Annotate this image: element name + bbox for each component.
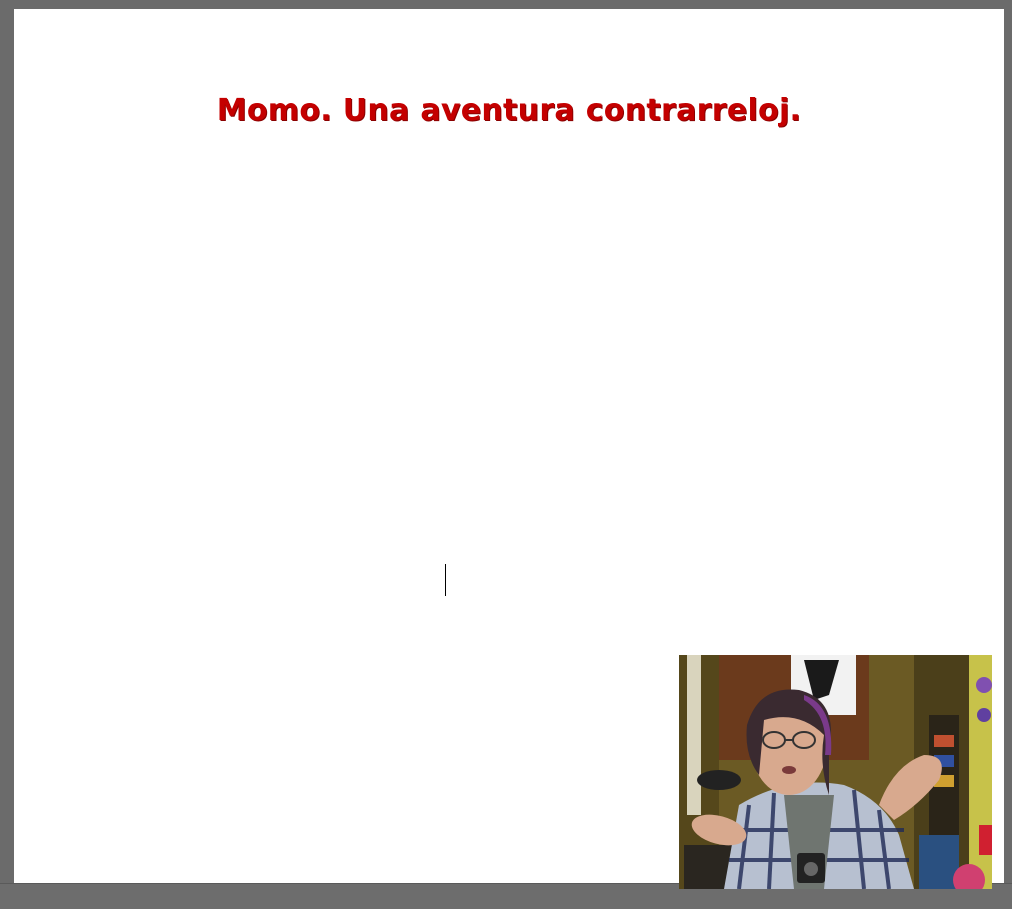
document-title[interactable]: Momo. Una aventura contrarreloj. (14, 93, 1004, 128)
text-caret (445, 564, 446, 596)
webcam-overlay (679, 655, 992, 889)
editor-workspace: Momo. Una aventura contrarreloj. (0, 0, 1012, 909)
webcam-feed-icon (679, 655, 992, 889)
